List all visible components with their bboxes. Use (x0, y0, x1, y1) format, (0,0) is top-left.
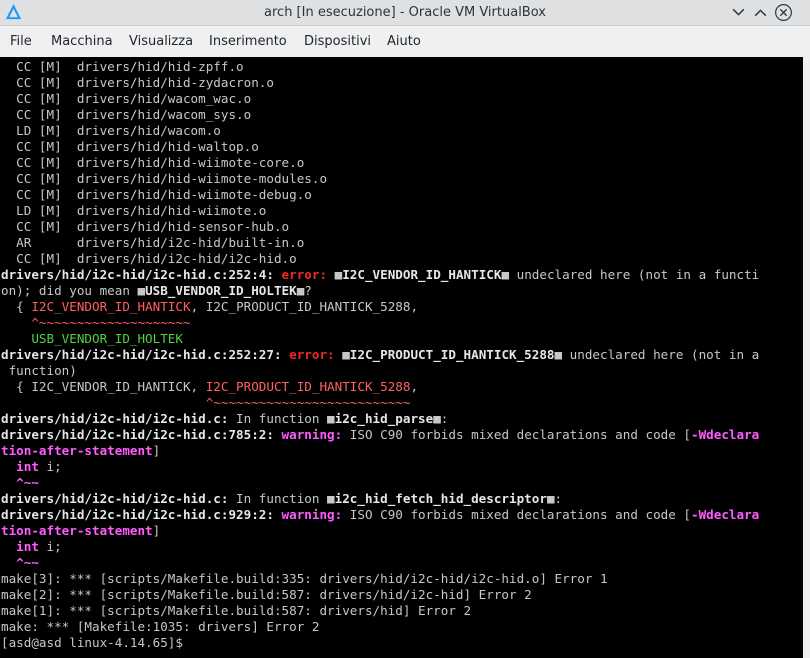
warning-flag: -Wdeclara (691, 507, 760, 522)
build-line: AR drivers/hid/i2c-hid/built-in.o (1, 235, 305, 250)
code-text: { I2C_VENDOR_ID_HANTICK, (1, 379, 206, 394)
menu-devices[interactable]: Dispositivi (304, 26, 371, 56)
warning-label: warning: (281, 507, 343, 522)
menu-machine[interactable]: Macchina (51, 26, 113, 56)
code-text: , I2C_PRODUCT_ID_HANTICK_5288, (190, 299, 419, 314)
error-location: drivers/hid/i2c-hid/i2c-hid.c:252:4: (1, 267, 282, 282)
chevron-down-icon[interactable] (730, 4, 747, 21)
error-symbol: I2C_VENDOR_ID_HANTICK (342, 267, 502, 282)
warning-message: ] (152, 523, 161, 538)
context-file: drivers/hid/i2c-hid/i2c-hid.c: (1, 411, 229, 426)
context-function: i2c_hid_fetch_hid_descriptor (334, 491, 547, 506)
warning-line: drivers/hid/i2c-hid/i2c-hid.c:929:2: war… (1, 507, 801, 523)
make-error-line: make: *** [Makefile:1035: drivers] Error… (1, 619, 320, 634)
vm-console[interactable]: CC [M] drivers/hid/hid-zpff.o CC [M] dri… (0, 57, 803, 658)
caret-marker: ^~~ (1, 555, 39, 570)
menu-input[interactable]: Inserimento (209, 26, 287, 56)
function-context: drivers/hid/i2c-hid/i2c-hid.c: In functi… (1, 491, 801, 507)
error-line-cont: on); did you mean ■USB_VENDOR_ID_HOLTEK■… (1, 283, 801, 299)
context-text: In function ■ (228, 411, 335, 426)
build-line: CC [M] drivers/hid/hid-zydacron.o (1, 75, 274, 90)
build-line: CC [M] drivers/hid/i2c-hid/i2c-hid.o (1, 251, 297, 266)
make-error-line: make[2]: *** [scripts/Makefile.build:587… (1, 587, 532, 602)
error-suggestion: USB_VENDOR_ID_HOLTEK (145, 283, 297, 298)
error-line-cont: function) (1, 363, 77, 378)
code-line: int i; (1, 539, 801, 555)
code-highlight: I2C_PRODUCT_ID_HANTICK_5288 (205, 379, 411, 394)
warning-line-cont: tion-after-statement] (1, 523, 801, 539)
warning-flag: tion-after-statement (1, 443, 153, 458)
code-text: , (410, 379, 419, 394)
error-line: drivers/hid/i2c-hid/i2c-hid.c:252:27: er… (1, 347, 801, 363)
code-highlight: I2C_VENDOR_ID_HANTICK (31, 299, 191, 314)
warning-label: warning: (281, 427, 343, 442)
make-error-line: make[3]: *** [scripts/Makefile.build:335… (1, 571, 608, 586)
menu-file[interactable]: File (10, 26, 32, 56)
code-highlight: int (16, 539, 39, 554)
error-symbol: I2C_PRODUCT_ID_HANTICK_5288 (349, 347, 555, 362)
function-context: drivers/hid/i2c-hid/i2c-hid.c: In functi… (1, 411, 801, 427)
error-message: ■ undeclared here (not in a (554, 347, 760, 362)
shell-prompt[interactable]: [asd@asd linux-4.14.65]$ (1, 635, 801, 651)
error-message: ■ undeclared here (not in a functi (501, 267, 760, 282)
build-line: CC [M] drivers/hid/hid-waltop.o (1, 139, 259, 154)
context-text: ■: (546, 491, 563, 506)
close-icon[interactable] (775, 4, 792, 21)
build-line: CC [M] drivers/hid/wacom_sys.o (1, 107, 252, 122)
error-quote: ■ (334, 347, 350, 362)
code-text: { (1, 299, 32, 314)
build-line: CC [M] drivers/hid/hid-zpff.o (1, 59, 244, 74)
warning-line-cont: tion-after-statement] (1, 443, 801, 459)
error-message: on); did you mean ■ (1, 283, 146, 298)
warning-flag: -Wdeclara (691, 427, 760, 442)
code-line: { I2C_VENDOR_ID_HANTICK, I2C_PRODUCT_ID_… (1, 379, 801, 395)
error-location: drivers/hid/i2c-hid/i2c-hid.c:252:27: (1, 347, 290, 362)
context-text: ■: (433, 411, 449, 426)
error-message: ■? (296, 283, 312, 298)
window-title: arch [In esecuzione] - Oracle VM Virtual… (264, 5, 546, 20)
warning-location: drivers/hid/i2c-hid/i2c-hid.c:785:2: (1, 427, 282, 442)
error-quote: ■ (327, 267, 343, 282)
build-line: CC [M] drivers/hid/hid-wiimote-debug.o (1, 187, 312, 202)
chevron-up-icon[interactable] (752, 4, 769, 21)
menu-view[interactable]: Visualizza (129, 26, 193, 56)
fixit-line: USB_VENDOR_ID_HOLTEK (1, 331, 183, 346)
build-line: LD [M] drivers/hid/wacom.o (1, 123, 221, 138)
code-text: i; (38, 539, 62, 554)
build-line: CC [M] drivers/hid/wacom_wac.o (1, 91, 252, 106)
menu-bar: File Macchina Visualizza Inserimento Dis… (0, 26, 810, 56)
error-label: error: (289, 347, 335, 362)
warning-message: ISO C90 forbids mixed declarations and c… (342, 507, 691, 522)
context-function: i2c_hid_parse (334, 411, 434, 426)
tilde-marker: ^~~~~~~~~~~~~~~~~~~~~~~~~~~ (1, 395, 411, 410)
warning-line: drivers/hid/i2c-hid/i2c-hid.c:785:2: war… (1, 427, 801, 443)
error-label: error: (281, 267, 328, 282)
warning-location: drivers/hid/i2c-hid/i2c-hid.c:929:2: (1, 507, 282, 522)
warning-flag: tion-after-statement (1, 523, 153, 538)
context-text: In function ■ (228, 491, 335, 506)
build-line: CC [M] drivers/hid/hid-wiimote-core.o (1, 155, 305, 170)
code-text: i; (38, 459, 62, 474)
warning-message: ISO C90 forbids mixed declarations and c… (342, 427, 691, 442)
build-line: CC [M] drivers/hid/hid-sensor-hub.o (1, 219, 290, 234)
error-line: drivers/hid/i2c-hid/i2c-hid.c:252:4: err… (1, 267, 801, 283)
warning-message: ] (152, 443, 161, 458)
make-error-line: make[1]: *** [scripts/Makefile.build:587… (1, 603, 472, 618)
menu-help[interactable]: Aiuto (387, 26, 421, 56)
build-line: CC [M] drivers/hid/hid-wiimote-modules.o (1, 171, 328, 186)
console-output: CC [M] drivers/hid/hid-zpff.o CC [M] dri… (1, 59, 801, 651)
code-line: int i; (1, 459, 801, 475)
tilde-marker: ^~~~~~~~~~~~~~~~~~~~~ (1, 315, 191, 330)
caret-marker: ^~~ (1, 475, 39, 490)
window-titlebar[interactable]: arch [In esecuzione] - Oracle VM Virtual… (0, 0, 810, 26)
context-file: drivers/hid/i2c-hid/i2c-hid.c: (1, 491, 229, 506)
code-highlight: int (16, 459, 39, 474)
window-edge (803, 57, 810, 658)
build-line: LD [M] drivers/hid/hid-wiimote.o (1, 203, 267, 218)
code-line: { I2C_VENDOR_ID_HANTICK, I2C_PRODUCT_ID_… (1, 299, 801, 315)
